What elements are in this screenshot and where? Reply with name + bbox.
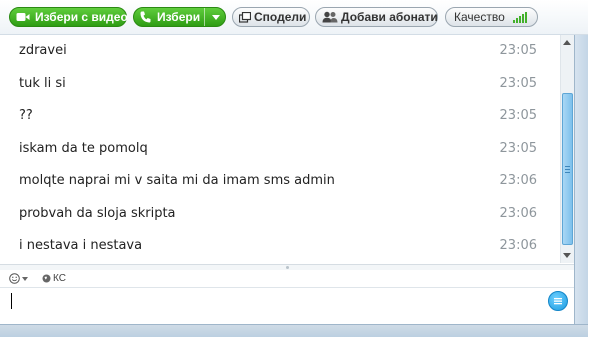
message-time: 23:05 [499,107,537,123]
send-message-icon [554,298,562,305]
video-call-button[interactable]: Избери с видео [9,7,128,27]
message-row: ?? 23:05 [19,105,537,125]
share-screen-icon [239,11,251,23]
call-toolbar: Избери с видео Избери Сподели Добави або… [0,0,588,35]
message-text: iskam da te pomolq [19,140,148,156]
phone-icon [140,11,151,23]
scroll-grip [565,169,570,170]
message-scrollbar[interactable] [560,35,574,263]
scroll-down-arrow-icon[interactable] [563,253,571,258]
message-text: probvah da sloja skripta [19,205,176,221]
message-row: probvah da sloja skripta 23:06 [19,203,537,223]
message-text: ?? [19,107,33,123]
message-row: i nestava i nestava 23:06 [19,235,537,255]
signal-bar [519,16,521,23]
scroll-grip [565,166,570,167]
signal-bar [525,12,527,23]
message-row: tuk li si 23:05 [19,73,537,93]
share-label: Сподели [254,10,307,24]
scrollbar-thumb[interactable] [562,93,573,245]
keyboard-layout-label: КС [53,273,66,284]
message-time: 23:05 [499,75,537,91]
outside-area [588,0,600,337]
compose-area [0,288,574,324]
scroll-grip [565,172,570,173]
message-time: 23:05 [499,42,537,58]
signal-bar [516,18,518,23]
window-frame-right [574,35,588,325]
message-row: iskam da te pomolq 23:05 [19,138,537,158]
message-history: zdravei 23:05 tuk li si 23:05 ?? 23:05 i… [0,36,560,264]
add-contacts-button[interactable]: Добави абонати [315,7,438,27]
keyboard-layout-indicator: КС [42,273,66,284]
message-time: 23:06 [499,237,537,253]
signal-bar [522,14,524,23]
signal-bars-icon [513,12,527,23]
window-frame-bottom [0,324,588,337]
video-camera-icon [16,12,30,22]
message-time: 23:06 [499,172,537,188]
text-cursor [11,293,12,309]
call-options-dropdown[interactable] [205,8,226,26]
message-text: tuk li si [19,75,66,91]
compose-toolbar: КС [0,270,574,288]
message-time: 23:05 [499,140,537,156]
add-contacts-icon [322,11,338,23]
signal-bar [513,20,515,23]
call-label: Избери [157,10,201,24]
quality-button[interactable]: Качество [445,7,538,27]
video-call-label: Избери с видео [35,10,128,24]
add-contacts-label: Добави абонати [341,10,438,24]
quality-label: Качество [454,10,505,24]
message-time: 23:06 [499,205,537,221]
message-input[interactable] [6,291,536,319]
splitter-grip [286,266,289,269]
share-button[interactable]: Сподели [232,7,310,27]
send-message-button[interactable] [548,291,568,311]
message-text: zdravei [19,42,67,58]
chevron-down-icon [211,14,220,20]
message-text: i nestava i nestava [19,237,143,253]
smiley-icon [9,273,20,284]
message-row: molqte naprai mi v saita mi da imam sms … [19,170,537,190]
scroll-up-arrow-icon[interactable] [563,40,571,45]
globe-icon [42,274,51,283]
call-button[interactable]: Избери [133,7,226,27]
message-text: molqte naprai mi v saita mi da imam sms … [19,172,335,188]
message-row: zdravei 23:05 [19,40,537,60]
emoticon-picker-button[interactable] [9,273,28,284]
chevron-down-icon [22,276,28,281]
